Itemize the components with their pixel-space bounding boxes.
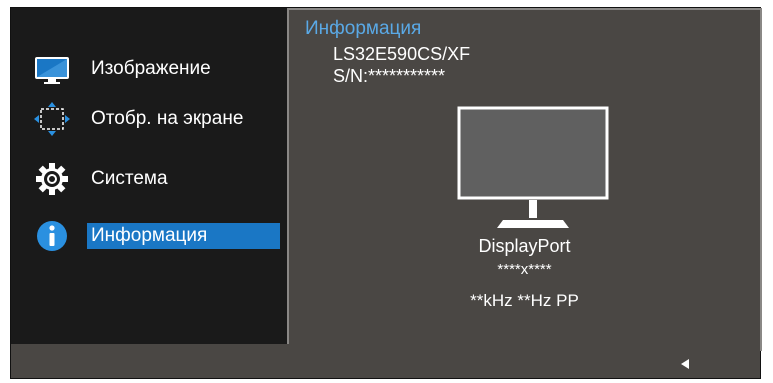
arrow-left-icon bbox=[681, 356, 689, 369]
input-source: DisplayPort bbox=[478, 236, 571, 256]
onscreen-display-icon bbox=[33, 101, 71, 137]
info-icon bbox=[33, 218, 71, 254]
model-name: LS32E590CS/XF bbox=[333, 44, 471, 64]
frequency: **kHz **Hz PP bbox=[470, 291, 579, 310]
menu-item-onscreen-display[interactable]: Отобр. на экране bbox=[11, 102, 288, 136]
menu-item-label: Система bbox=[91, 168, 168, 189]
gear-icon bbox=[33, 161, 71, 197]
footer-bar bbox=[11, 344, 760, 378]
osd-window: Изображение Отобр. на экране Система Инф… bbox=[10, 7, 762, 379]
picture-icon bbox=[33, 51, 71, 87]
menu-item-system[interactable]: Система bbox=[11, 163, 288, 195]
menu-item-label: Отобр. на экране bbox=[91, 108, 244, 129]
panel-title: Информация bbox=[305, 18, 422, 39]
resolution: ****x**** bbox=[497, 261, 552, 278]
monitor-icon bbox=[457, 106, 609, 232]
menu-item-label: Информация bbox=[87, 223, 280, 249]
menu-item-picture[interactable]: Изображение bbox=[11, 56, 288, 84]
menu-item-information[interactable]: Информация bbox=[11, 221, 288, 251]
menu-item-label: Изображение bbox=[91, 58, 211, 79]
serial-number: S/N:*********** bbox=[333, 66, 446, 86]
information-panel: Информация LS32E590CS/XF S/N:***********… bbox=[287, 8, 762, 351]
main-menu: Изображение Отобр. на экране Система Инф… bbox=[11, 8, 288, 344]
